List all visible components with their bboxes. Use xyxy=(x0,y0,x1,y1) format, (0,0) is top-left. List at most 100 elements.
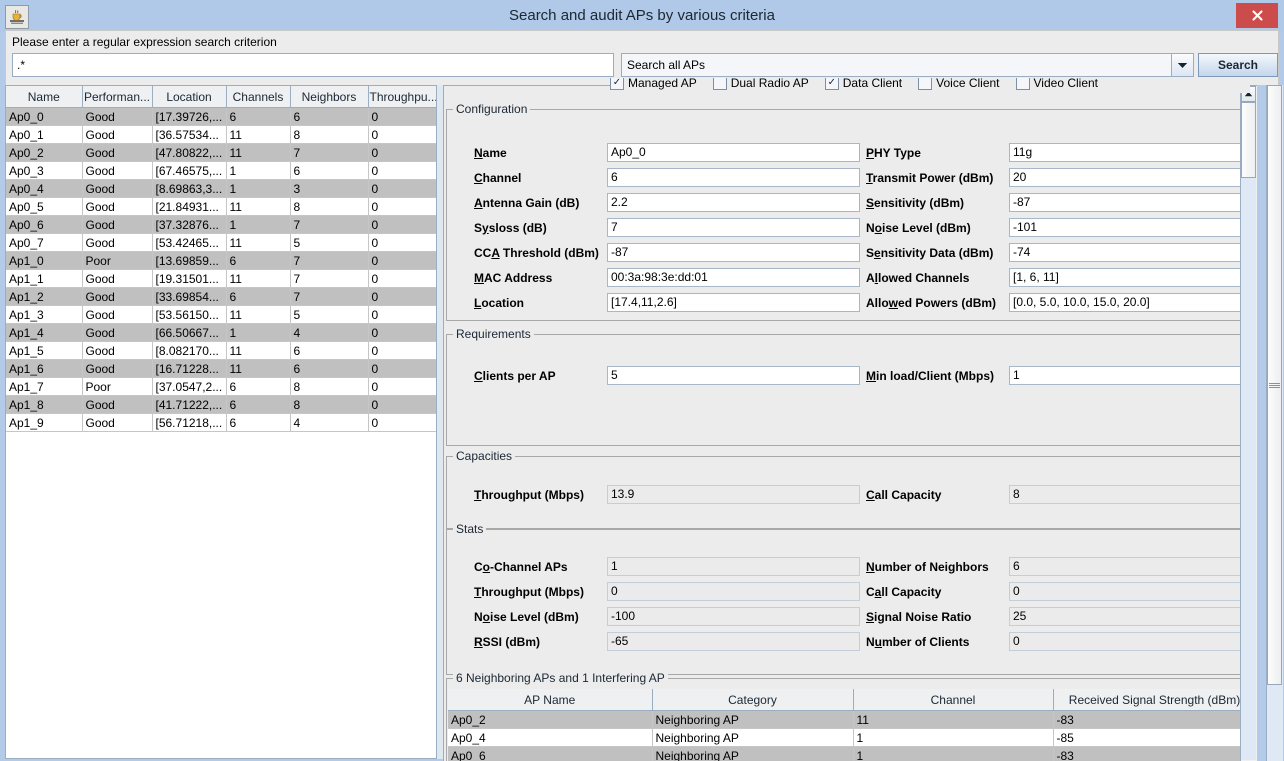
column-header-channels[interactable]: Channels xyxy=(226,86,291,108)
field-sensitivity-data[interactable]: -74 xyxy=(1009,243,1257,262)
field-channel[interactable]: 6 xyxy=(607,168,860,187)
table-row[interactable]: Ap0_7 Good [53.42465... 11 5 0 xyxy=(6,233,436,252)
checkbox-voice-client[interactable]: Voice Client xyxy=(918,78,1000,93)
cell-neighbors: 7 xyxy=(290,143,369,162)
cell-neighbors: 5 xyxy=(290,305,369,324)
checkbox-managed-ap[interactable]: ✓ Managed AP xyxy=(610,78,697,93)
table-row[interactable]: Ap1_8 Good [41.71222,... 6 8 0 xyxy=(6,395,436,414)
ap-results-table-pane[interactable]: Name Performan... Location Channels Neig… xyxy=(5,85,437,759)
table-row[interactable]: Ap0_6 Good [37.32876... 1 7 0 xyxy=(6,215,436,234)
field-cca-threshold[interactable]: -87 xyxy=(607,243,860,262)
detail-pane-scrollbar[interactable] xyxy=(1240,86,1257,761)
field-allowed-channels[interactable]: [1, 6, 11] xyxy=(1009,268,1257,287)
field-transmit-power[interactable]: 20 xyxy=(1009,168,1257,187)
chevron-down-icon[interactable] xyxy=(1171,54,1193,76)
cell-performance: Good xyxy=(82,305,153,324)
checkbox-dual-radio-ap-box[interactable] xyxy=(712,78,727,90)
table-row[interactable]: Ap0_5 Good [21.84931... 11 8 0 xyxy=(6,197,436,216)
checkbox-data-client[interactable]: ✓ Data Client xyxy=(824,78,902,93)
table-row[interactable]: Ap1_6 Good [16.71228... 11 6 0 xyxy=(6,359,436,378)
neighboring-aps-group-title: 6 Neighboring APs and 1 Interfering AP xyxy=(453,671,668,685)
cell-performance: Good xyxy=(82,107,153,126)
checkbox-managed-ap-box[interactable]: ✓ xyxy=(610,78,624,90)
table-row[interactable]: Ap1_1 Good [19.31501... 11 7 0 xyxy=(6,269,436,288)
checkbox-video-client[interactable]: Video Client xyxy=(1015,78,1099,93)
table-row[interactable]: Ap1_4 Good [66.50667... 1 4 0 xyxy=(6,323,436,342)
label-rssi: RSSI (dBm) xyxy=(474,635,541,649)
cell-location: [53.56150... xyxy=(152,305,227,324)
search-scope-dropdown[interactable]: Search all APs xyxy=(621,53,1194,77)
column-header-throughput[interactable]: Throughpu... xyxy=(368,86,436,108)
search-button[interactable]: Search xyxy=(1198,53,1278,77)
field-sysloss[interactable]: 7 xyxy=(607,218,860,237)
field-phy-type[interactable]: 11g xyxy=(1009,143,1257,162)
label-noise-level: Noise Level (dBm) xyxy=(474,610,579,624)
table-row[interactable]: Ap0_4 Good [8.69863,3... 1 3 0 xyxy=(6,179,436,198)
table-row[interactable]: Ap1_7 Poor [37.0547,2... 6 8 0 xyxy=(6,377,436,396)
table-row[interactable]: Ap0_4 Neighboring AP 1 -85 xyxy=(448,728,1256,747)
table-row[interactable]: Ap0_2 Good [47.80822,... 11 7 0 xyxy=(6,143,436,162)
cell-location: [17.39726,... xyxy=(152,107,227,126)
field-throughput: 13.9 xyxy=(607,485,860,504)
table-row[interactable]: Ap0_2 Neighboring AP 11 -83 xyxy=(448,710,1256,729)
cell-performance: Good xyxy=(82,215,153,234)
column-header-performance[interactable]: Performan... xyxy=(82,86,153,108)
table-row[interactable]: Ap0_0 Good [17.39726,... 6 6 0 xyxy=(6,107,436,126)
table-row[interactable]: Ap0_3 Good [67.46575,... 1 6 0 xyxy=(6,161,436,180)
field-antenna-gain[interactable]: 2.2 xyxy=(607,193,860,212)
cell-performance: Good xyxy=(82,179,153,198)
cell-neighbors: 6 xyxy=(290,341,369,360)
cell-performance: Good xyxy=(82,233,153,252)
close-icon[interactable] xyxy=(1236,3,1278,28)
neighbor-column-header-channel[interactable]: Channel xyxy=(853,689,1054,711)
cell-throughput: 0 xyxy=(368,395,436,414)
table-row[interactable]: Ap1_9 Good [56.71218,... 6 4 0 xyxy=(6,413,436,432)
cell-name: Ap0_6 xyxy=(6,215,83,234)
column-header-neighbors[interactable]: Neighbors xyxy=(290,86,369,108)
column-header-name[interactable]: Name xyxy=(6,86,83,108)
field-name[interactable]: Ap0_0 xyxy=(607,143,860,162)
cell-performance: Good xyxy=(82,269,153,288)
cell-location: [67.46575,... xyxy=(152,161,227,180)
checkbox-managed-ap-label: Managed AP xyxy=(628,78,697,90)
table-row[interactable]: Ap0_6 Neighboring AP 1 -83 xyxy=(448,746,1256,761)
checkbox-dual-radio-ap[interactable]: Dual Radio AP xyxy=(712,78,809,93)
field-allowed-powers[interactable]: [0.0, 5.0, 10.0, 15.0, 20.0] xyxy=(1009,293,1257,312)
field-min-load-client[interactable]: 1 xyxy=(1009,366,1257,385)
detail-scrollbar-thumb[interactable] xyxy=(1241,102,1256,178)
search-input[interactable]: .* xyxy=(12,53,614,77)
cell-throughput: 0 xyxy=(368,161,436,180)
ap-table-header-row: Name Performan... Location Channels Neig… xyxy=(6,86,436,108)
table-row[interactable]: Ap1_5 Good [8.082170... 11 6 0 xyxy=(6,341,436,360)
checkbox-data-client-box[interactable]: ✓ xyxy=(824,78,839,90)
checkbox-video-client-label: Video Client xyxy=(1033,78,1099,90)
field-sensitivity[interactable]: -87 xyxy=(1009,193,1257,212)
checkbox-video-client-box[interactable] xyxy=(1015,78,1030,90)
field-co-channel-aps: 1 xyxy=(607,557,860,576)
neighbor-column-header-ap-name[interactable]: AP Name xyxy=(448,689,653,711)
field-mac-address[interactable]: 00:3a:98:3e:dd:01 xyxy=(607,268,860,287)
label-number-of-clients: Number of Clients xyxy=(866,635,970,649)
checkbox-voice-client-box[interactable] xyxy=(918,78,933,90)
neighbor-column-header-category[interactable]: Category xyxy=(652,689,854,711)
table-row[interactable]: Ap1_3 Good [53.56150... 11 5 0 xyxy=(6,305,436,324)
cell-throughput: 0 xyxy=(368,107,436,126)
table-row[interactable]: Ap1_2 Good [33.69854... 6 7 0 xyxy=(6,287,436,306)
field-location[interactable]: [17.4,11,2.6] xyxy=(607,293,860,312)
field-number-of-clients: 0 xyxy=(1009,632,1257,651)
window-scrollbar-thumb[interactable] xyxy=(1267,85,1282,685)
cell-throughput: 0 xyxy=(368,143,436,162)
table-row[interactable]: Ap1_0 Poor [13.69859... 6 7 0 xyxy=(6,251,436,270)
detail-scrollbar-track[interactable] xyxy=(1241,178,1256,760)
cell-channels: 6 xyxy=(226,377,291,396)
cell-performance: Good xyxy=(82,143,153,162)
cell-channels: 1 xyxy=(226,179,291,198)
field-clients-per-ap[interactable]: 5 xyxy=(607,366,860,385)
neighbor-column-header-rss[interactable]: Received Signal Strength (dBm) xyxy=(1053,689,1256,711)
table-row[interactable]: Ap0_1 Good [36.57534... 11 8 0 xyxy=(6,125,436,144)
column-header-location[interactable]: Location xyxy=(152,86,227,108)
cell-throughput: 0 xyxy=(368,233,436,252)
window-scrollbar[interactable] xyxy=(1266,85,1283,761)
field-noise-level[interactable]: -101 xyxy=(1009,218,1257,237)
field-call-capacity: 0 xyxy=(1009,582,1257,601)
